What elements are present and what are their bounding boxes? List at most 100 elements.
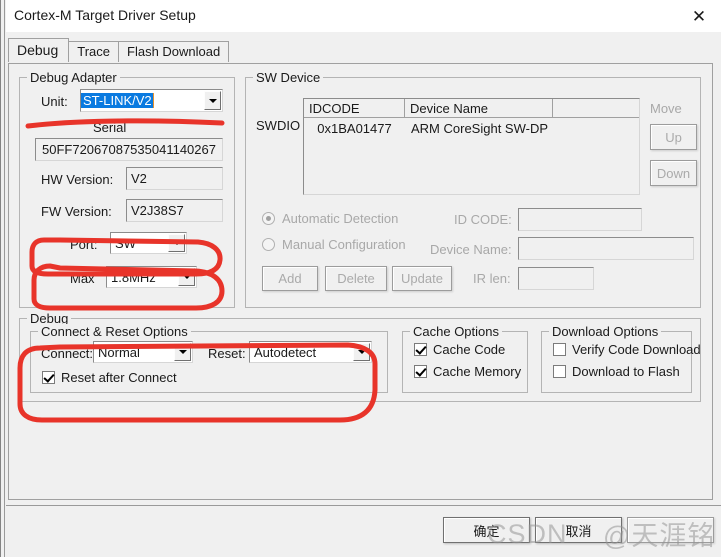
port-combobox[interactable]: SW: [110, 232, 187, 254]
tab-flash-download[interactable]: Flash Download: [118, 41, 230, 62]
ok-button[interactable]: 确定: [443, 517, 530, 543]
tab-trace[interactable]: Trace: [68, 41, 120, 62]
unit-label: Unit:: [41, 94, 68, 109]
radio-dot-icon: [262, 212, 275, 225]
max-clock-dropdown-arrow[interactable]: [178, 268, 195, 286]
sw-device-group: SW Device SWDIO IDCODE Device Name 0x1BA…: [245, 70, 701, 308]
hw-version-field: V2: [126, 167, 223, 190]
window-left-border: [0, 0, 1, 557]
cortex-m-target-driver-setup-dialog: Cortex-M Target Driver Setup ✕ Debug Tra…: [0, 0, 721, 557]
delete-button[interactable]: Delete: [325, 266, 387, 291]
swdio-label: SWDIO: [256, 118, 301, 133]
cell-device-name: ARM CoreSight SW-DP: [411, 120, 549, 136]
tab-strip: Debug Trace Flash Download: [8, 38, 230, 62]
automatic-detection-radio[interactable]: Automatic Detection: [262, 211, 398, 226]
debug-adapter-group: Debug Adapter Unit: ST-LINK/V2 Serial 50…: [19, 70, 235, 308]
manual-configuration-label: Manual Configuration: [282, 237, 406, 252]
fw-version-label: FW Version:: [41, 204, 112, 219]
download-options-legend: Download Options: [549, 324, 662, 339]
cache-options-legend: Cache Options: [410, 324, 502, 339]
unit-combobox[interactable]: ST-LINK/V2: [80, 89, 223, 112]
cache-options-group: Cache Options Cache Code Cache Memory: [402, 324, 528, 393]
reset-after-connect-checkbox[interactable]: Reset after Connect: [42, 370, 177, 385]
reset-label: Reset:: [208, 346, 246, 361]
chevron-down-icon: [182, 275, 191, 279]
cache-memory-checkbox[interactable]: Cache Memory: [414, 364, 521, 379]
checkbox-icon: [553, 343, 566, 356]
chevron-down-icon: [357, 350, 366, 354]
cache-memory-label: Cache Memory: [433, 364, 522, 379]
id-code-field[interactable]: [518, 208, 642, 231]
sw-device-legend: SW Device: [253, 70, 324, 85]
debug-adapter-legend: Debug Adapter: [27, 70, 120, 85]
connect-dropdown-arrow[interactable]: [174, 343, 191, 361]
close-icon[interactable]: ✕: [685, 4, 713, 28]
connect-value: Normal: [98, 344, 140, 360]
unit-dropdown-arrow[interactable]: [204, 91, 221, 110]
checkbox-icon: [414, 365, 427, 378]
device-name-label: Device Name:: [430, 242, 512, 257]
hw-version-label: HW Version:: [41, 172, 114, 187]
connect-label: Connect:: [41, 346, 94, 361]
port-value: SW: [115, 235, 136, 251]
manual-configuration-radio[interactable]: Manual Configuration: [262, 237, 406, 252]
download-to-flash-label: Download to Flash: [572, 364, 680, 379]
serial-label: Serial: [93, 120, 127, 135]
footer-separator: [6, 505, 721, 506]
max-clock-value: 1.8MHz: [111, 269, 156, 285]
download-to-flash-checkbox[interactable]: Download to Flash: [553, 364, 680, 379]
fw-version-field: V2J38S7: [126, 199, 223, 222]
table-row[interactable]: 0x1BA01477 ARM CoreSight SW-DP: [304, 118, 639, 138]
connect-reset-options-group: Connect & Reset Options Connect: Normal …: [30, 324, 388, 393]
reset-dropdown-arrow[interactable]: [353, 343, 370, 361]
reset-after-connect-label: Reset after Connect: [61, 370, 177, 385]
sw-device-table[interactable]: IDCODE Device Name 0x1BA01477 ARM CoreSi…: [303, 98, 640, 195]
port-dropdown-arrow[interactable]: [168, 234, 185, 252]
chevron-down-icon: [208, 98, 217, 103]
column-header-device-name: Device Name: [405, 99, 553, 118]
table-header-row: IDCODE Device Name: [304, 99, 639, 118]
move-down-button[interactable]: Down: [650, 160, 697, 186]
help-button[interactable]: [627, 517, 714, 543]
unit-selected-text: ST-LINK/V2: [81, 93, 154, 108]
tab-page-debug: Debug Adapter Unit: ST-LINK/V2 Serial 50…: [8, 63, 713, 500]
checkbox-icon: [42, 371, 55, 384]
max-clock-combobox[interactable]: 1.8MHz: [106, 266, 197, 288]
automatic-detection-label: Automatic Detection: [282, 211, 399, 226]
chevron-down-icon: [172, 241, 181, 245]
column-header-idcode: IDCODE: [304, 99, 405, 118]
unit-value: ST-LINK/V2: [81, 93, 204, 108]
cancel-button[interactable]: 取消: [535, 517, 622, 543]
id-code-label: ID CODE:: [454, 212, 512, 227]
ir-len-field[interactable]: [518, 267, 594, 290]
port-label: Port:: [70, 237, 98, 252]
tab-debug[interactable]: Debug: [8, 38, 70, 62]
reset-combobox[interactable]: Autodetect: [249, 341, 372, 363]
connect-combobox[interactable]: Normal: [93, 341, 193, 363]
debug-group: Debug Connect & Reset Options Connect: N…: [19, 311, 701, 402]
add-button[interactable]: Add: [262, 266, 318, 291]
serial-field: 50FF72067087535041140267: [35, 138, 223, 161]
cache-code-checkbox[interactable]: Cache Code: [414, 342, 505, 357]
radio-dot-icon: [262, 238, 275, 251]
cache-code-label: Cache Code: [433, 342, 506, 357]
cell-idcode: 0x1BA01477: [317, 120, 392, 136]
verify-code-download-label: Verify Code Download: [572, 342, 701, 357]
device-name-field[interactable]: [518, 237, 694, 260]
connect-reset-options-legend: Connect & Reset Options: [38, 324, 191, 339]
verify-code-download-checkbox[interactable]: Verify Code Download: [553, 342, 701, 357]
window-title: Cortex-M Target Driver Setup: [14, 7, 196, 23]
column-header-extra: [553, 99, 639, 118]
checkbox-icon: [553, 365, 566, 378]
move-label: Move: [650, 101, 682, 116]
max-clock-label: Max: [70, 271, 95, 286]
chevron-down-icon: [178, 350, 187, 354]
title-bar: Cortex-M Target Driver Setup ✕: [6, 0, 721, 32]
cell-extra: [553, 118, 639, 138]
download-options-group: Download Options Verify Code Download Do…: [541, 324, 701, 393]
move-up-button[interactable]: Up: [650, 124, 697, 150]
ir-len-label: IR len:: [473, 271, 511, 286]
checkbox-icon: [414, 343, 427, 356]
update-button[interactable]: Update: [392, 266, 452, 291]
reset-value: Autodetect: [254, 344, 317, 360]
